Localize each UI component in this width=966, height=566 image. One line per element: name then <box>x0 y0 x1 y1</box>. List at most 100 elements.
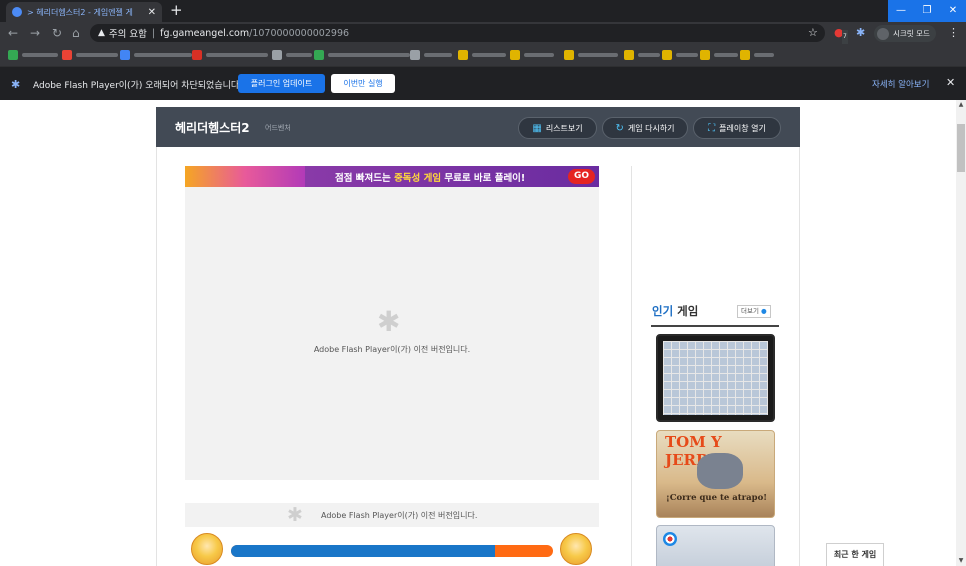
bookmark-star-icon[interactable]: ☆ <box>808 26 818 40</box>
bookmark-folder-icon <box>740 50 750 60</box>
scroll-thumb[interactable] <box>957 124 965 172</box>
bookmark-folder-icon <box>700 50 710 60</box>
reload-icon[interactable]: ↻ <box>52 25 62 41</box>
bookmark-icon <box>410 50 420 60</box>
game-thumbnail[interactable] <box>656 525 775 566</box>
bookmark-item[interactable] <box>458 49 506 61</box>
learn-more-link[interactable]: 자세히 알아보기 <box>872 78 929 90</box>
page-viewport: 헤리더헴스터2 어드벤처 ▦ 리스트보기 ↻ 게임 다시하기 ⛶ 플레이창 열기… <box>0 100 956 566</box>
tab-title: > 헤리더헴스터2 - 게임엔젤 게 <box>27 7 133 17</box>
bookmark-item[interactable] <box>410 49 452 61</box>
recent-games-button[interactable]: 최근 한 게임 <box>826 543 884 566</box>
game-content: 점점 빠져드는 중독성 게임 무료로 바로 플레이! GO ✱ Adobe Fl… <box>156 147 800 566</box>
extension-badge: 7 <box>842 30 848 44</box>
more-button[interactable]: 더보기 ● <box>737 305 771 318</box>
flash-outdated-message: Adobe Flash Player이(가) 이전 버전입니다. <box>321 511 478 520</box>
url-path: /1070000000002996 <box>249 27 350 39</box>
forward-arrow-icon[interactable]: → <box>30 25 40 41</box>
incognito-icon <box>877 27 889 40</box>
promo-banner[interactable]: 점점 빠져드는 중독성 게임 무료로 바로 플레이! GO <box>185 166 599 187</box>
incognito-indicator[interactable]: 시크릿 모드 <box>874 25 936 42</box>
tile-grid-image <box>663 341 768 415</box>
replay-label: 게임 다시하기 <box>627 123 675 133</box>
flash-outdated-message: Adobe Flash Player이(가) 이전 버전입니다. <box>313 345 471 354</box>
home-icon[interactable]: ⌂ <box>72 25 80 41</box>
flash-plugin-strip[interactable]: ✱ Adobe Flash Player이(가) 이전 버전입니다. <box>185 503 599 527</box>
popular-games-title: 인기 게임 <box>652 304 699 318</box>
run-once-button[interactable]: 이번만 실행 <box>331 74 395 93</box>
open-play-window-button[interactable]: ⛶ 플레이창 열기 <box>693 117 781 139</box>
incognito-label: 시크릿 모드 <box>893 29 930 38</box>
bookmark-folder-icon <box>662 50 672 60</box>
plugin-puzzle-icon: ✱ <box>377 305 401 338</box>
new-tab-button[interactable]: + <box>170 2 183 18</box>
game-thumbnail[interactable] <box>656 334 775 422</box>
banner-go-button[interactable]: GO <box>567 169 595 184</box>
tab-close-icon[interactable]: ✕ <box>148 7 156 18</box>
maximize-button[interactable]: ❐ <box>914 0 940 22</box>
bookmark-folder-icon <box>564 50 574 60</box>
character-avatar-right <box>560 533 592 565</box>
url-separator: | <box>151 27 156 39</box>
bookmark-icon <box>314 50 324 60</box>
bookmark-item[interactable] <box>62 49 118 61</box>
plugin-puzzle-icon: ✱ <box>287 504 303 526</box>
scroll-down-arrow-icon[interactable]: ▼ <box>956 556 966 566</box>
plugin-puzzle-icon: ✱ <box>11 78 21 91</box>
infobar-close-icon[interactable]: ✕ <box>946 76 955 89</box>
game-thumbnail[interactable]: TOM Y JERRY ¡Corre que te atrapo! <box>656 430 775 518</box>
flash-plugin-area[interactable]: ✱ Adobe Flash Player이(가) 이전 버전입니다. <box>185 187 599 480</box>
update-plugin-button[interactable]: 플러그인 업데이트 <box>238 74 325 93</box>
menu-kebab-icon[interactable]: ⋮ <box>948 26 959 40</box>
flash-infobar: ✱ Adobe Flash Player이(가) 오래되어 차단되었습니다 플러… <box>0 66 966 100</box>
character-avatar-left <box>191 533 223 565</box>
bookmarks-bar <box>0 44 966 66</box>
bookmark-item[interactable] <box>510 49 554 61</box>
bookmark-item[interactable] <box>662 49 698 61</box>
back-arrow-icon[interactable]: ← <box>8 25 18 41</box>
bookmark-item[interactable] <box>192 49 268 61</box>
bookmark-item[interactable] <box>740 49 774 61</box>
bookmark-icon <box>272 50 282 60</box>
thumbnail-caption: ¡Corre que te atrapo! <box>665 493 768 503</box>
bookmark-item[interactable] <box>8 49 58 61</box>
game-title: 헤리더헴스터2 <box>175 121 250 135</box>
popular-title-underline <box>651 325 779 327</box>
bookmark-folder-icon <box>510 50 520 60</box>
plus-dot-icon: ● <box>761 307 767 315</box>
page-scrollbar[interactable]: ▲ ▼ <box>956 100 966 566</box>
bookmark-folder-icon <box>624 50 634 60</box>
target-icon <box>663 532 677 546</box>
scroll-up-arrow-icon[interactable]: ▲ <box>956 100 966 110</box>
minimize-button[interactable]: — <box>888 0 914 22</box>
url-host: fg.gameangel.com <box>160 27 250 39</box>
game-genre: 어드벤처 <box>265 124 291 132</box>
progress-bar <box>231 545 553 557</box>
bookmark-item[interactable] <box>314 49 410 61</box>
bookmark-item[interactable] <box>624 49 660 61</box>
replay-button[interactable]: ↻ 게임 다시하기 <box>602 117 688 139</box>
extensions-puzzle-icon[interactable]: ✱ <box>856 26 865 40</box>
warning-triangle-icon[interactable]: ▲ <box>98 28 105 38</box>
bookmark-item[interactable] <box>272 49 312 61</box>
bookmark-icon <box>62 50 72 60</box>
site-favicon-icon <box>12 7 22 17</box>
progress-fill <box>231 545 496 557</box>
bookmark-folder-icon <box>458 50 468 60</box>
refresh-icon: ↻ <box>615 122 624 134</box>
bookmark-icon <box>120 50 130 60</box>
bookmark-item[interactable] <box>120 49 192 61</box>
address-bar[interactable]: ▲ 주의 요함 | fg.gameangel.com /107000000000… <box>90 24 825 42</box>
security-warning-text: 주의 요함 <box>108 29 147 40</box>
bookmark-item[interactable] <box>700 49 738 61</box>
cat-character-image <box>697 453 743 489</box>
list-view-button[interactable]: ▦ 리스트보기 <box>518 117 597 139</box>
browser-tab[interactable]: > 헤리더헴스터2 - 게임엔젤 게 ✕ <box>6 2 162 22</box>
open-play-window-label: 플레이창 열기 <box>719 123 766 133</box>
list-view-label: 리스트보기 <box>545 123 583 133</box>
bookmark-item[interactable] <box>564 49 618 61</box>
close-window-button[interactable]: ✕ <box>940 0 966 22</box>
grid-icon: ▦ <box>532 122 542 134</box>
game-header: 헤리더헴스터2 어드벤처 ▦ 리스트보기 ↻ 게임 다시하기 ⛶ 플레이창 열기 <box>156 107 800 147</box>
banner-characters-image <box>185 166 305 187</box>
